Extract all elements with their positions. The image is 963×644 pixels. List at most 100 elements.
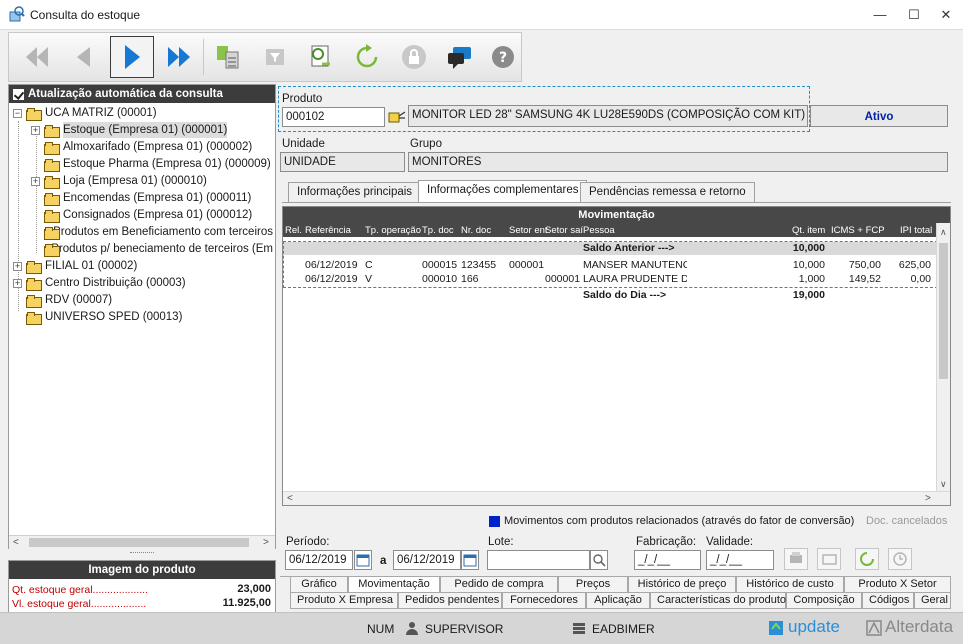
validade-input[interactable]: _/_/__ xyxy=(706,550,774,570)
tab-movimentacao[interactable]: Movimentação xyxy=(348,577,440,593)
tree-node-rdv[interactable]: RDV (00007) xyxy=(26,292,112,308)
scroll-right-icon[interactable]: > xyxy=(925,493,931,504)
print-button[interactable] xyxy=(784,548,808,570)
date-from-input[interactable]: 06/12/2019 xyxy=(285,550,353,570)
status-badge: Ativo xyxy=(864,111,894,123)
tree-node-consignados[interactable]: Consignados (Empresa 01) (000012) xyxy=(44,207,252,223)
chat-button[interactable] xyxy=(438,36,482,78)
tree-node-encomendas[interactable]: Encomendas (Empresa 01) (000011) xyxy=(44,190,251,206)
filter-button[interactable] xyxy=(253,36,297,78)
tab-historico-de-custo[interactable]: Histórico de custo xyxy=(736,577,844,593)
tab-informacoes-complementares[interactable]: Informações complementares xyxy=(418,180,588,202)
lote-label: Lote: xyxy=(488,536,514,548)
tab-codigos[interactable]: Códigos xyxy=(862,593,914,609)
saldo-dia-row[interactable]: Saldo do Dia ---> 19,000 xyxy=(283,289,936,302)
fabricacao-input[interactable]: _/_/__ xyxy=(634,550,701,570)
scroll-right-icon[interactable]: > xyxy=(263,537,269,548)
unidade-field: UNIDADE xyxy=(280,152,405,172)
col-tp-doc[interactable]: Tp. doc xyxy=(422,225,454,236)
clock-icon xyxy=(893,552,907,566)
tree-node-almoxarifado[interactable]: Almoxarifado (Empresa 01) (000002) xyxy=(44,139,252,155)
tab-historico-de-preco[interactable]: Histórico de preço xyxy=(628,577,736,593)
auto-update-checkbox[interactable] xyxy=(13,88,24,100)
tab-produto-x-setor[interactable]: Produto X Setor xyxy=(844,577,951,593)
col-ipi-total[interactable]: IPI total xyxy=(900,225,932,236)
tab-caracteristicas-do-produto[interactable]: Características do produto xyxy=(650,593,786,609)
last-icon xyxy=(168,47,190,67)
expand-icon[interactable]: + xyxy=(13,278,22,288)
scroll-thumb[interactable] xyxy=(939,243,948,379)
refresh-grid-button[interactable] xyxy=(855,548,879,570)
tree-node-beneciamento-de-terceiros[interactable]: Produtos p/ beneciamento de terceiros (E… xyxy=(44,241,273,257)
product-lookup-icon[interactable] xyxy=(388,110,406,124)
scroll-up-icon[interactable]: ∧ xyxy=(940,227,947,238)
collapse-icon[interactable]: − xyxy=(13,108,22,118)
auto-update-header[interactable]: Atualização automática da consulta xyxy=(9,85,275,103)
next-record-button[interactable] xyxy=(110,36,154,78)
last-record-button[interactable] xyxy=(157,36,201,78)
scroll-down-icon[interactable]: ∨ xyxy=(940,479,947,490)
lote-search-button[interactable] xyxy=(590,550,608,570)
col-rel[interactable]: Rel. xyxy=(285,225,302,236)
product-code-input[interactable]: 000102 xyxy=(282,107,385,127)
close-button[interactable]: ✕ xyxy=(934,5,958,25)
periodo-label: Período: xyxy=(286,536,330,548)
scroll-left-icon[interactable]: < xyxy=(13,537,19,548)
tab-pedidos-pendentes[interactable]: Pedidos pendentes xyxy=(398,593,502,609)
tab-pendencias-remessa[interactable]: Pendências remessa e retorno xyxy=(580,182,755,202)
lock-button[interactable] xyxy=(392,36,436,78)
expand-icon[interactable]: + xyxy=(31,125,40,135)
tab-informacoes-principais[interactable]: Informações principais xyxy=(288,182,422,202)
first-record-button[interactable] xyxy=(15,36,59,78)
previous-record-button[interactable] xyxy=(62,36,106,78)
expand-icon[interactable]: + xyxy=(31,176,40,186)
tab-composicao[interactable]: Composição xyxy=(786,593,862,609)
help-button[interactable]: ? xyxy=(481,36,525,78)
tab-geral[interactable]: Geral xyxy=(914,593,951,609)
folder-button[interactable] xyxy=(817,548,841,570)
tree-node-centro-distribuicao[interactable]: + Centro Distribuição (00003) xyxy=(13,275,186,291)
tab-fornecedores[interactable]: Fornecedores xyxy=(502,593,586,609)
search-document-button[interactable] xyxy=(298,36,342,78)
grid-vertical-scrollbar[interactable]: ∧ ∨ xyxy=(936,223,950,491)
maximize-button[interactable]: ☐ xyxy=(902,5,926,25)
splitter-grip[interactable] xyxy=(130,552,154,558)
col-setor-sai[interactable]: Setor saí xyxy=(545,225,583,236)
refresh-button[interactable] xyxy=(345,36,389,78)
col-nr-doc[interactable]: Nr. doc xyxy=(461,225,491,236)
tree-node-filial-01[interactable]: + FILIAL 01 (00002) xyxy=(13,258,137,274)
folder-icon xyxy=(44,209,60,223)
date-to-calendar-button[interactable] xyxy=(461,550,479,570)
tree-node-beneficiamento-terceiros[interactable]: Produtos em Beneficiamento com terceiros xyxy=(44,224,273,240)
col-icms-fcp[interactable]: ICMS + FCP xyxy=(831,225,885,236)
tree-node-estoque-pharma[interactable]: Estoque Pharma (Empresa 01) (000009) xyxy=(44,156,271,172)
scroll-left-icon[interactable]: < xyxy=(287,493,293,504)
tab-produto-x-empresa[interactable]: Produto X Empresa xyxy=(290,593,398,609)
col-tp-operacao[interactable]: Tp. operação xyxy=(365,225,421,236)
legend-text: Movimentos com produtos relacionados (at… xyxy=(504,515,855,527)
col-pessoa[interactable]: Pessoa xyxy=(583,225,615,236)
tree-horizontal-scrollbar[interactable]: < > xyxy=(9,535,275,549)
date-from-calendar-button[interactable] xyxy=(354,550,372,570)
history-button[interactable] xyxy=(888,548,912,570)
tab-grafico[interactable]: Gráfico xyxy=(290,577,348,593)
minimize-button[interactable]: — xyxy=(868,5,892,25)
tree-node-loja[interactable]: + Loja (Empresa 01) (000010) xyxy=(31,173,207,189)
expand-icon[interactable]: + xyxy=(13,261,22,271)
tree-node-uca-matriz[interactable]: − UCA MATRIZ (00001) xyxy=(13,105,157,121)
tab-aplicacao[interactable]: Aplicação xyxy=(586,593,650,609)
calendar-icon xyxy=(356,554,370,567)
tree-node-estoque[interactable]: + Estoque (Empresa 01) (000001) xyxy=(31,122,228,138)
date-to-input[interactable]: 06/12/2019 xyxy=(393,550,461,570)
tab-precos[interactable]: Preços xyxy=(558,577,628,593)
grid-horizontal-scrollbar[interactable]: < > xyxy=(283,491,950,505)
a-label: a xyxy=(380,555,387,567)
export-button[interactable] xyxy=(206,36,250,78)
col-setor-ent[interactable]: Setor ent xyxy=(509,225,548,236)
col-referencia[interactable]: Referência xyxy=(305,225,351,236)
col-qt-item[interactable]: Qt. item xyxy=(792,225,825,236)
tab-pedido-de-compra[interactable]: Pedido de compra xyxy=(440,577,558,593)
scroll-thumb[interactable] xyxy=(29,538,249,547)
tree-node-universo-sped[interactable]: UNIVERSO SPED (00013) xyxy=(26,309,182,325)
lote-input[interactable] xyxy=(487,550,590,570)
